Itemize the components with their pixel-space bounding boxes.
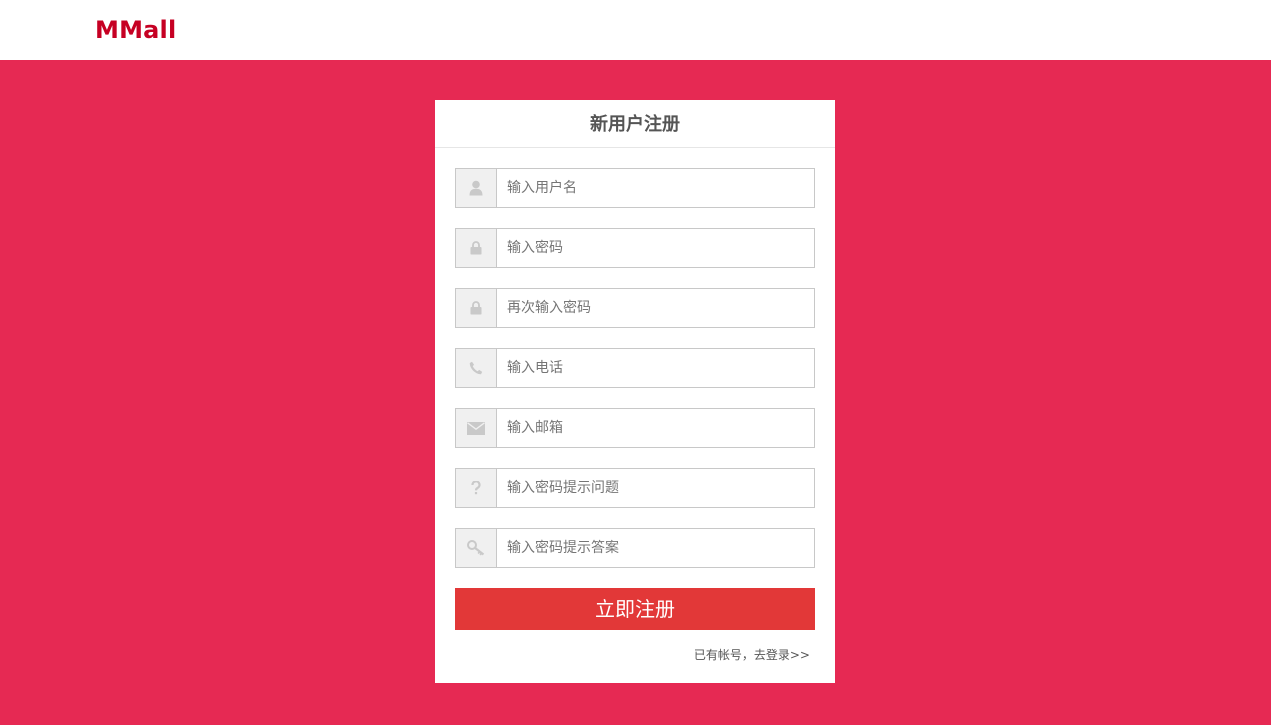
answer-input[interactable] <box>497 529 812 567</box>
lock-icon <box>456 289 497 327</box>
panel-title: 新用户注册 <box>435 100 835 148</box>
email-input[interactable] <box>497 409 812 447</box>
password-input[interactable] <box>497 229 812 267</box>
phone-field <box>455 348 815 388</box>
confirm-password-field <box>455 288 815 328</box>
question-icon <box>456 469 497 507</box>
email-field <box>455 408 815 448</box>
phone-input[interactable] <box>497 349 812 387</box>
lock-icon <box>456 229 497 267</box>
top-header: MMall <box>0 0 1271 60</box>
user-icon <box>456 169 497 207</box>
key-icon <box>456 529 497 567</box>
envelope-icon <box>456 409 497 447</box>
main-area: 新用户注册 输入用户名 输入电话 输入邮箱 输入密码提示问题 输入密码提示答案 … <box>0 60 1271 725</box>
answer-field <box>455 528 815 568</box>
confirm-password-input[interactable] <box>497 289 812 327</box>
question-field <box>455 468 815 508</box>
logo[interactable]: MMall <box>95 14 176 46</box>
login-link[interactable]: 已有帐号，去登录>> <box>694 647 810 663</box>
username-field <box>455 168 815 208</box>
password-field <box>455 228 815 268</box>
question-input[interactable] <box>497 469 812 507</box>
username-input[interactable] <box>497 169 812 207</box>
register-button[interactable]: 立即注册 <box>455 588 815 630</box>
phone-icon <box>456 349 497 387</box>
register-panel: 新用户注册 输入用户名 输入电话 输入邮箱 输入密码提示问题 输入密码提示答案 … <box>435 100 835 683</box>
